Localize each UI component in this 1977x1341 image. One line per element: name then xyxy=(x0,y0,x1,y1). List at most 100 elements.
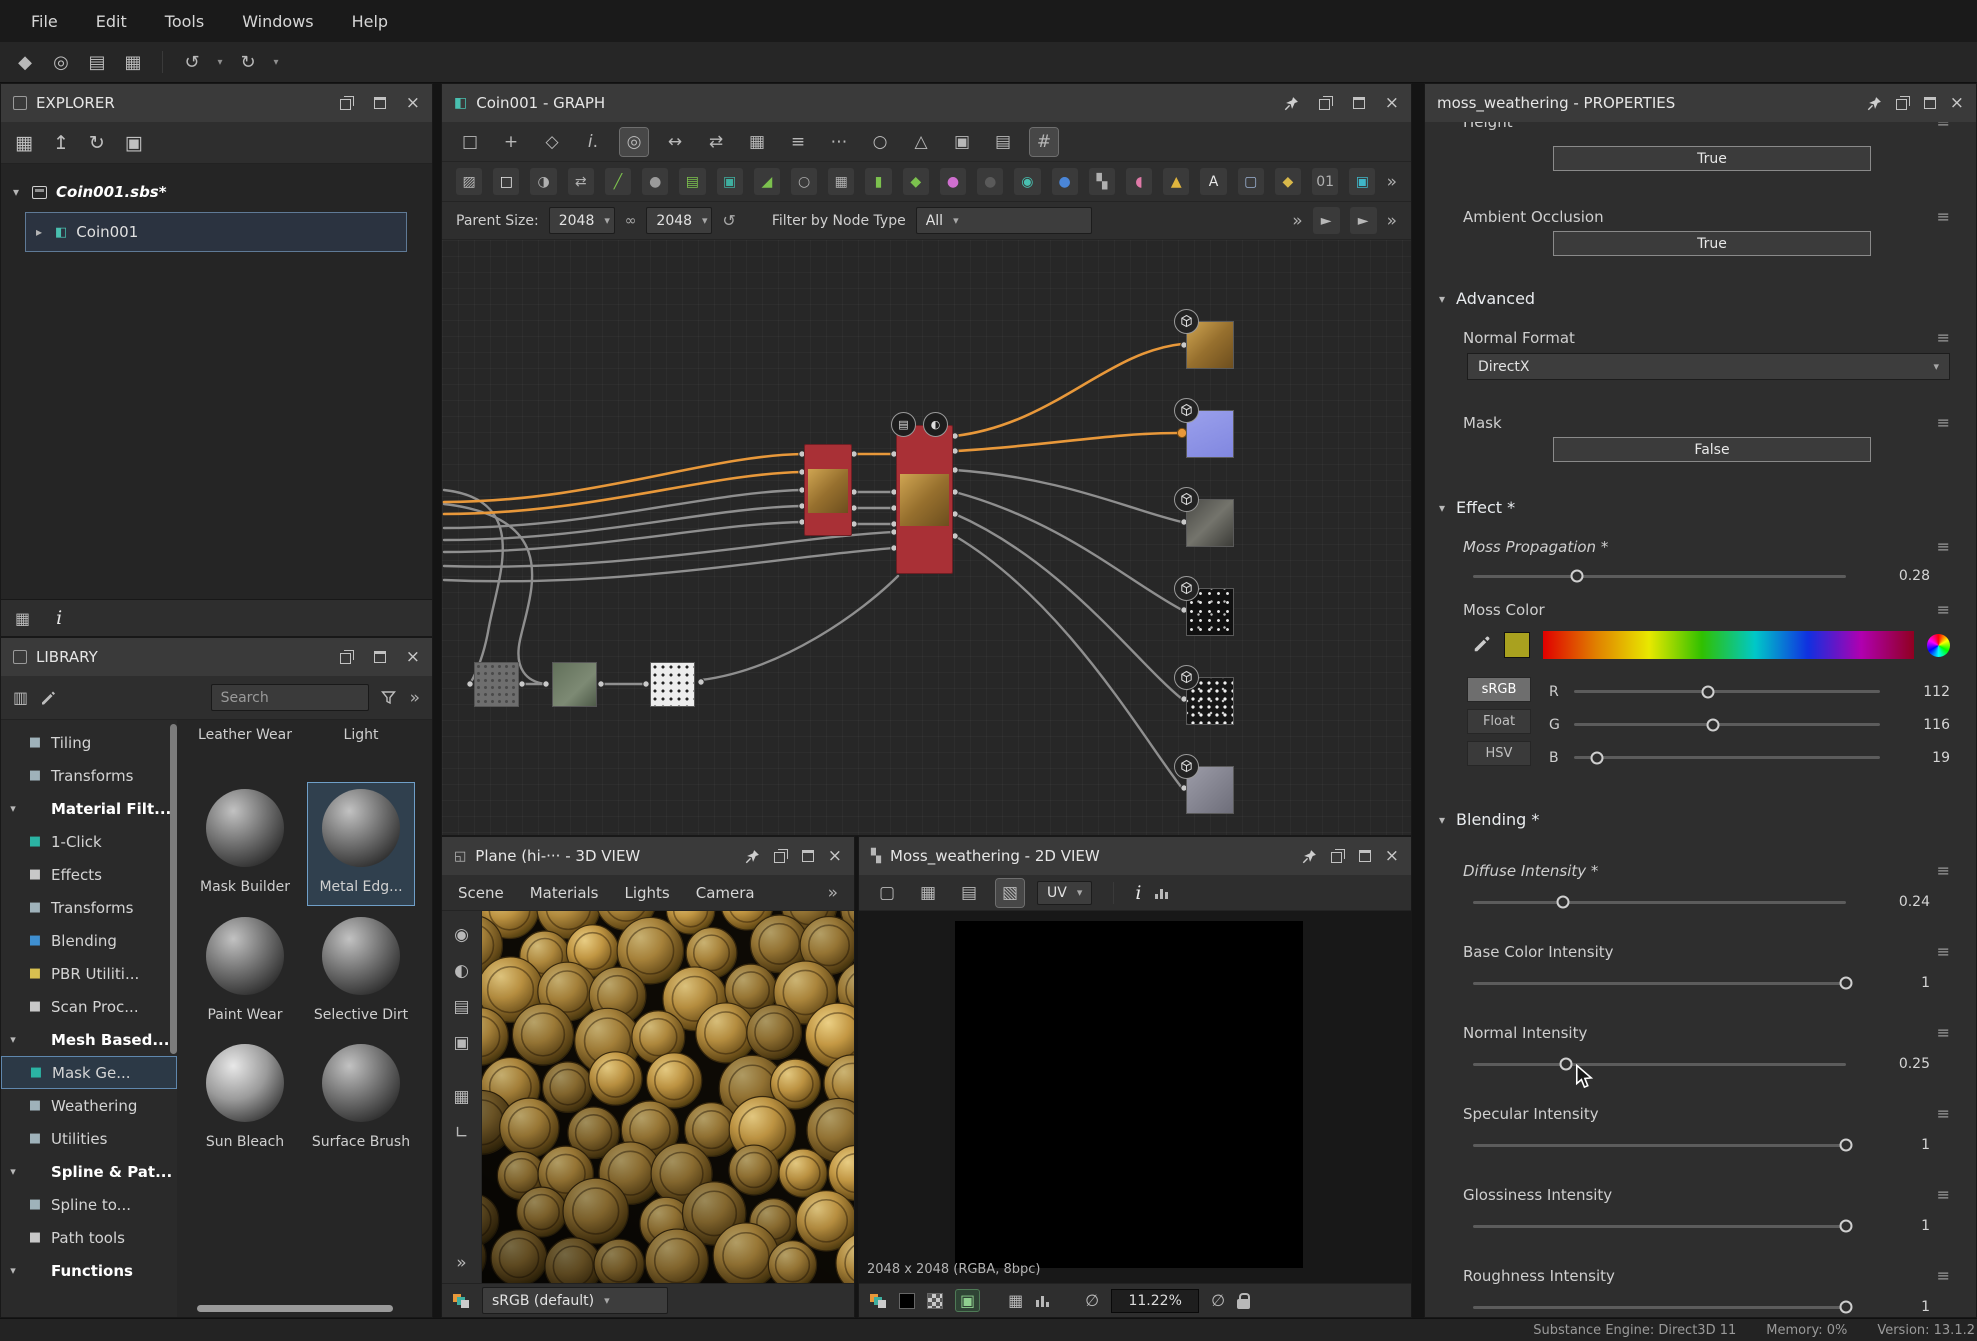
more-options-icon[interactable]: ⋯ xyxy=(825,128,853,156)
channel-shuffle-node-icon[interactable]: ⇄ xyxy=(568,168,594,195)
explorer-graph-row[interactable]: ▸ ◧ Coin001 xyxy=(25,212,407,252)
menu-edit[interactable]: Edit xyxy=(79,12,144,31)
color-management-icon[interactable] xyxy=(452,1293,470,1309)
parent-height-select[interactable]: 2048▾ xyxy=(646,207,712,234)
parameter-menu-icon[interactable]: ≡ xyxy=(1937,413,1950,432)
slider-handle[interactable] xyxy=(1840,977,1853,990)
zoom-level-field[interactable] xyxy=(1111,1289,1199,1313)
library-tree-scrollbar[interactable] xyxy=(170,724,177,1054)
lock-zoom-icon[interactable] xyxy=(1237,1299,1250,1309)
parameter-menu-icon[interactable]: ≡ xyxy=(1937,122,1950,131)
maximize-panel-icon[interactable] xyxy=(1359,850,1371,862)
warning-node-icon[interactable]: ▲ xyxy=(1163,168,1189,195)
library-grid-item[interactable]: Sun Bleach xyxy=(191,1037,299,1161)
more-menus-icon[interactable]: » xyxy=(828,883,838,903)
maximize-panel-icon[interactable] xyxy=(374,651,386,663)
library-tree-item[interactable]: ■Transforms xyxy=(1,759,177,792)
b-slider[interactable] xyxy=(1574,756,1880,759)
view3d-viewport[interactable] xyxy=(482,911,854,1283)
transform-icon[interactable]: ◇ xyxy=(538,128,566,156)
blend-node-icon[interactable]: ◑ xyxy=(530,168,556,195)
slider[interactable] xyxy=(1473,982,1846,985)
close-panel-icon[interactable]: × xyxy=(1385,848,1399,865)
library-tree-item[interactable]: ■Blending xyxy=(1,924,177,957)
blur-node-icon[interactable]: ● xyxy=(642,168,668,195)
library-grid-item[interactable]: Light xyxy=(307,726,415,778)
color-mode-hsv-button[interactable]: HSV xyxy=(1467,741,1531,766)
highlight-node-icon[interactable]: ◉ xyxy=(1014,168,1040,195)
library-horizontal-scrollbar[interactable] xyxy=(197,1305,393,1312)
library-tree-item[interactable]: ■Mask Ge... xyxy=(1,1056,177,1089)
redo-menu-caret-icon[interactable]: ▾ xyxy=(269,47,283,77)
link-resource-icon[interactable]: ▣ xyxy=(125,132,143,154)
color-mode-srgb-button[interactable]: sRGB xyxy=(1467,677,1531,702)
slider-handle[interactable] xyxy=(1840,1139,1853,1152)
info-icon[interactable]: i xyxy=(56,607,62,629)
pin-panel-icon[interactable] xyxy=(1284,96,1299,111)
library-tree-item[interactable]: ▾Functions xyxy=(1,1254,177,1287)
output-height[interactable] xyxy=(1186,499,1234,547)
float-panel-icon[interactable] xyxy=(1331,849,1345,863)
import-icon[interactable]: ↥ xyxy=(53,132,69,154)
duplicate-view-icon[interactable]: ▢ xyxy=(873,879,901,907)
advanced-section-header[interactable]: ▾ Advanced xyxy=(1425,289,1976,308)
view3d-menu-materials[interactable]: Materials xyxy=(530,884,599,902)
uv-select[interactable]: UV▾ xyxy=(1037,881,1092,905)
ambient-occlusion-value-button[interactable]: True xyxy=(1553,231,1871,256)
normal-format-select[interactable]: DirectX▾ xyxy=(1467,353,1950,380)
library-tree-item[interactable]: ■Utilities xyxy=(1,1122,177,1155)
library-tree-item[interactable]: ■PBR Utiliti... xyxy=(1,957,177,990)
more-icon[interactable]: » xyxy=(1387,211,1397,231)
library-grid-item[interactable]: Surface Brush xyxy=(307,1037,415,1161)
close-panel-icon[interactable]: × xyxy=(1950,95,1964,112)
library-tree-item[interactable]: ■Scan Proc... xyxy=(1,990,177,1023)
parameter-menu-icon[interactable]: ≡ xyxy=(1937,328,1950,347)
align-nodes-icon[interactable]: ≡ xyxy=(784,128,812,156)
save-image-icon[interactable]: ▦ xyxy=(914,879,942,907)
pin-panel-icon[interactable] xyxy=(1302,849,1317,864)
shape-node-icon[interactable]: ○ xyxy=(791,168,817,195)
hue-gradient-bar[interactable] xyxy=(1543,631,1914,659)
library-tree-item[interactable]: ■Transforms xyxy=(1,891,177,924)
parameter-menu-icon[interactable]: ≡ xyxy=(1937,1023,1950,1042)
graph-node-blend[interactable] xyxy=(804,444,852,536)
effect-section-header[interactable]: ▾ Effect * xyxy=(1425,498,1976,517)
r-slider[interactable] xyxy=(1574,690,1880,693)
parameter-menu-icon[interactable]: ≡ xyxy=(1937,207,1950,226)
float-panel-icon[interactable] xyxy=(340,96,354,110)
transform-mode-icon[interactable]: ▧ xyxy=(996,879,1024,907)
shadow-node-icon[interactable]: ● xyxy=(977,168,1003,195)
uniform-color-node-icon[interactable]: □ xyxy=(493,168,519,195)
frame-view-icon[interactable]: ▣ xyxy=(453,1033,469,1053)
undo-icon[interactable]: ↺ xyxy=(177,47,207,77)
eyedropper-icon[interactable] xyxy=(1471,635,1491,655)
slider-handle[interactable] xyxy=(1560,1058,1573,1071)
library-tree-item[interactable]: ■Path tools xyxy=(1,1221,177,1254)
export-view-icon[interactable]: ▣ xyxy=(948,128,976,156)
slider[interactable] xyxy=(1473,1306,1846,1309)
menu-help[interactable]: Help xyxy=(335,12,405,31)
parameter-menu-icon[interactable]: ≡ xyxy=(1937,537,1950,556)
output-roughness[interactable] xyxy=(1186,588,1234,636)
levels-preview-icon[interactable] xyxy=(1035,1294,1051,1308)
close-panel-icon[interactable]: × xyxy=(406,95,420,112)
open-resources-icon[interactable]: ◎ xyxy=(46,47,76,77)
graph-node-speckle-mask[interactable] xyxy=(650,662,695,707)
curve-node-icon[interactable]: ╱ xyxy=(605,168,631,195)
maximize-panel-icon[interactable] xyxy=(802,850,814,862)
image-display-icon[interactable]: ▣ xyxy=(955,1289,980,1312)
library-grid-item[interactable]: Mask Builder xyxy=(191,782,299,906)
view3d-menu-scene[interactable]: Scene xyxy=(458,884,504,902)
caret-down-icon[interactable]: ▾ xyxy=(9,185,23,199)
material-mode-icon[interactable]: ◐ xyxy=(454,961,469,981)
edit-pencil-icon[interactable] xyxy=(40,690,56,706)
view2d-viewport[interactable]: 2048 x 2048 (RGBA, 8bpc) xyxy=(859,911,1411,1283)
library-tree-item[interactable]: ■Effects xyxy=(1,858,177,891)
redo-icon[interactable]: ↻ xyxy=(233,47,263,77)
node-type-filter-select[interactable]: All▾ xyxy=(916,207,1092,234)
pan-icon[interactable]: + xyxy=(497,128,525,156)
axis-gizmo-icon[interactable]: ∟ xyxy=(454,1123,468,1143)
graph-dock-icon[interactable]: ▦ xyxy=(15,609,30,628)
search-input[interactable] xyxy=(211,684,369,711)
grid-icon[interactable]: ▦ xyxy=(1008,1291,1023,1310)
